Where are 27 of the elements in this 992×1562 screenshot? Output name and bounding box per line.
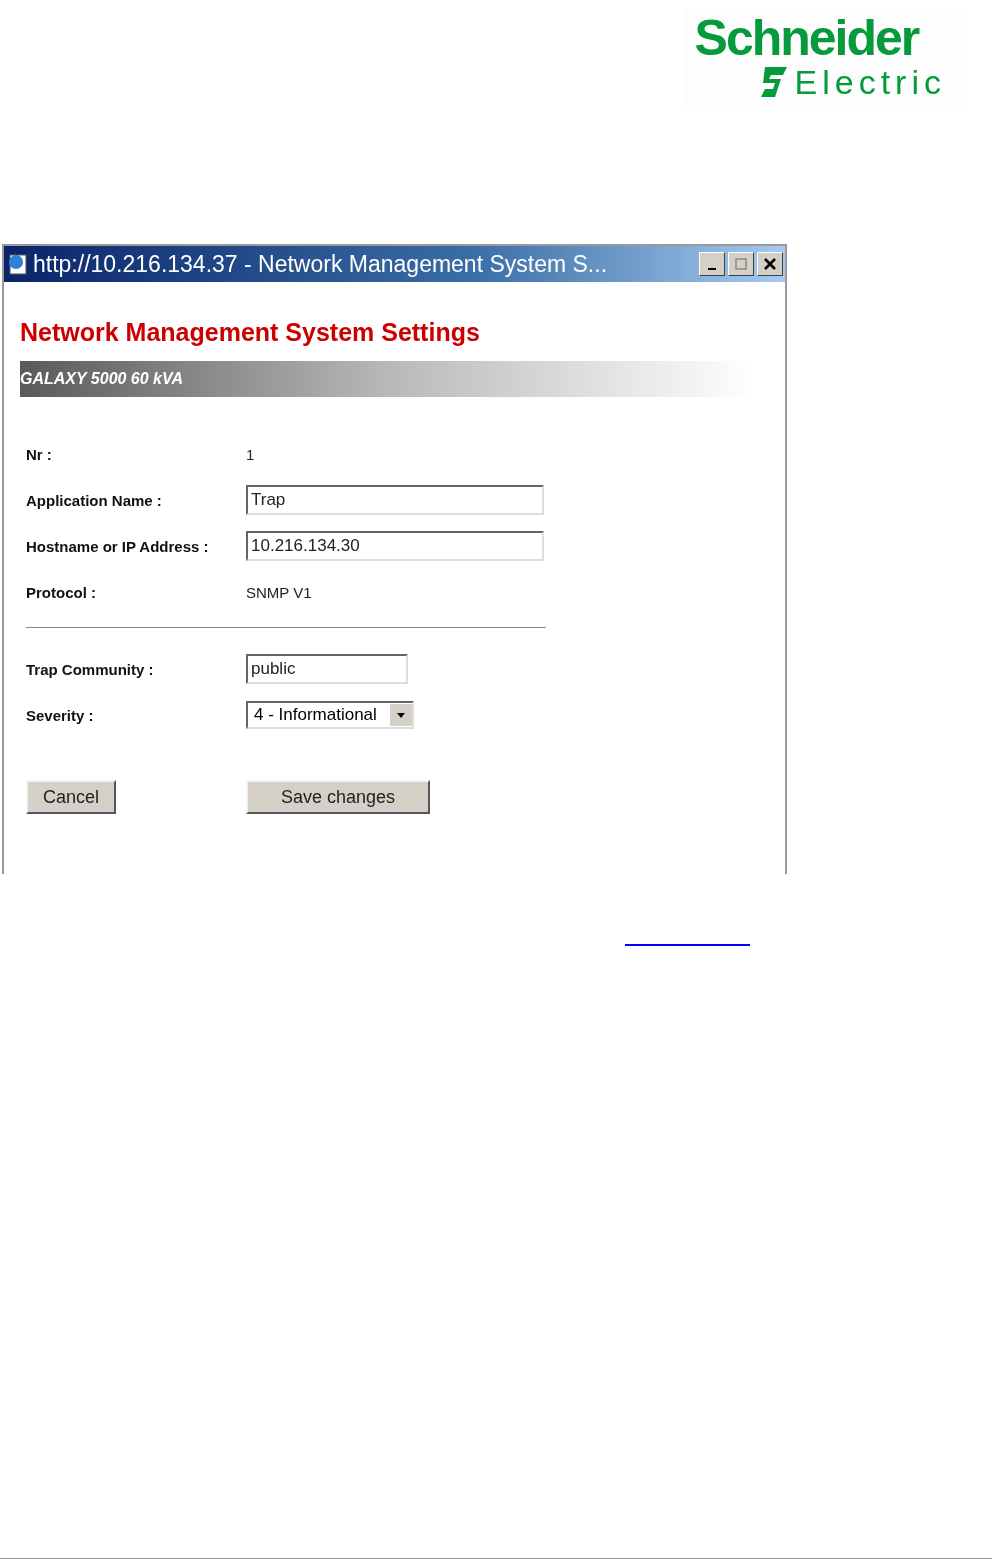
- input-field[interactable]: Trap: [246, 485, 544, 515]
- field-label: Protocol :: [26, 583, 97, 601]
- maximize-button[interactable]: [728, 252, 754, 276]
- logo-name: Schneider: [694, 12, 919, 64]
- field-label: Hostname or IP Address :: [26, 537, 210, 555]
- window-title: http://10.216.134.37 - Network Management System S...: [33, 250, 609, 278]
- close-icon: [764, 258, 776, 270]
- logo-subtitle: Electric: [794, 64, 946, 100]
- field-label: Severity :: [26, 706, 95, 724]
- minimize-icon: [708, 268, 716, 270]
- dropdown[interactable]: 4 - Informational: [246, 701, 414, 729]
- input-field[interactable]: public: [246, 654, 408, 684]
- field-label: Application Name :: [26, 491, 163, 509]
- caret-icon: [397, 712, 405, 718]
- browser-icon: [6, 252, 30, 276]
- close-button[interactable]: [757, 252, 783, 276]
- field-value: 1: [246, 445, 256, 463]
- input-field[interactable]: 10.216.134.30: [246, 531, 544, 561]
- field-label: Trap Community :: [26, 660, 155, 678]
- cancel-button[interactable]: Cancel: [26, 780, 116, 814]
- field-value: SNMP V1: [246, 583, 313, 601]
- minimize-button[interactable]: [699, 252, 725, 276]
- field-label: Nr :: [26, 445, 53, 463]
- save-button[interactable]: Save changes: [246, 780, 430, 814]
- page-heading: Network Management System Settings: [20, 318, 481, 347]
- maximize-icon: [735, 258, 747, 270]
- device-name: GALAXY 5000 60 kVA: [20, 370, 184, 388]
